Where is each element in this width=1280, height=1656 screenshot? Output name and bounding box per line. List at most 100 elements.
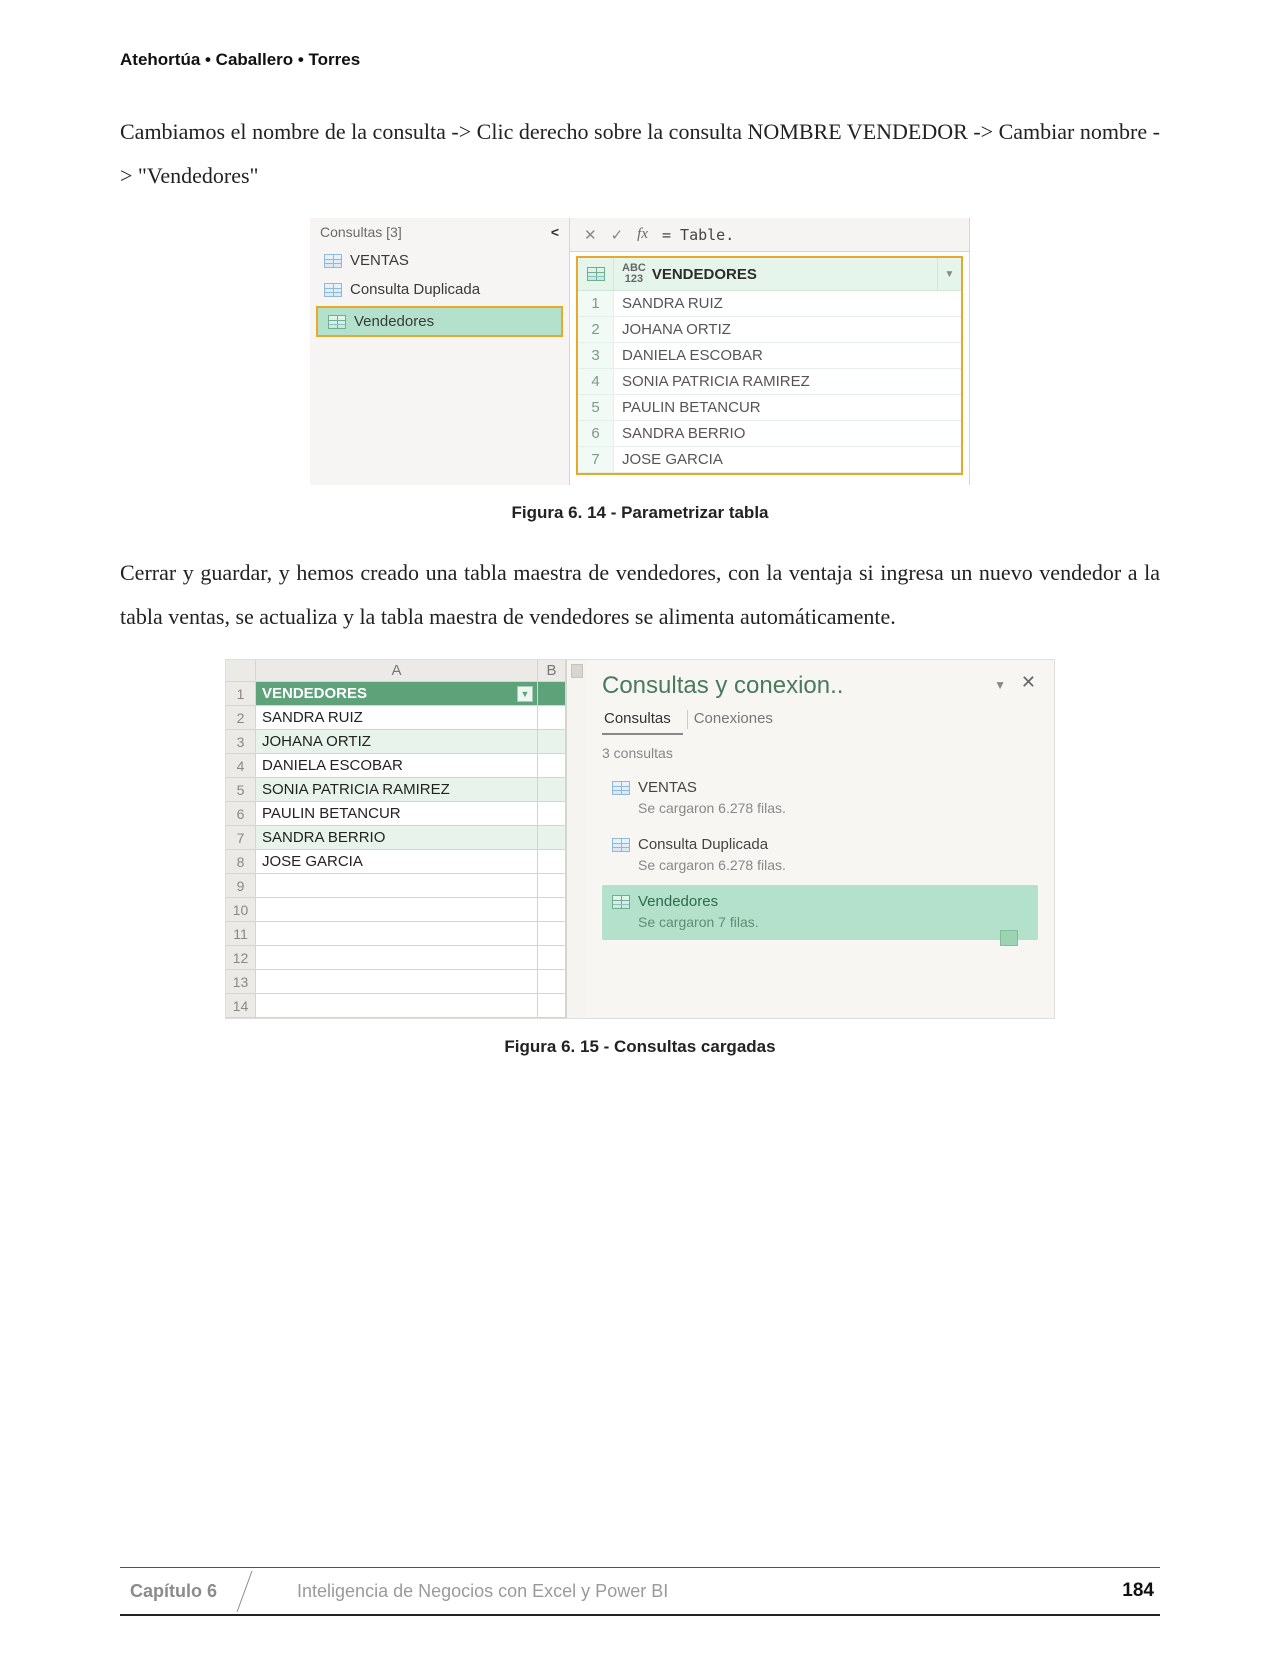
table-row[interactable]: 12 xyxy=(226,946,566,970)
col-header-a[interactable]: A xyxy=(256,660,538,681)
table-row[interactable]: 4DANIELA ESCOBAR xyxy=(226,754,566,778)
formula-bar[interactable]: ✕ ✓ fx = Table. xyxy=(570,218,969,252)
query-entry[interactable]: Consulta Duplicada Se cargaron 6.278 fila… xyxy=(602,828,1038,883)
book-title: Inteligencia de Negocios con Excel y Pow… xyxy=(237,1581,1122,1602)
datatype-icon[interactable]: ABC 123 xyxy=(622,263,646,285)
filter-dropdown-icon[interactable]: ▼ xyxy=(517,686,533,702)
query-name: Consulta Duplicada xyxy=(350,281,480,298)
table-row[interactable]: 1SANDRA RUIZ xyxy=(578,291,961,317)
table-row[interactable]: 14 xyxy=(226,994,566,1018)
query-entry-status: Se cargaron 6.278 filas. xyxy=(638,800,1028,816)
table-row[interactable]: 6PAULIN BETANCUR xyxy=(226,802,566,826)
cell-empty xyxy=(538,994,566,1018)
fx-icon[interactable]: fx xyxy=(637,226,648,243)
cell-empty xyxy=(538,802,566,826)
data-header: ABC 123 VENDEDORES ▼ xyxy=(578,258,961,291)
accept-icon[interactable]: ✓ xyxy=(611,226,624,244)
column-name: VENDEDORES xyxy=(652,266,757,283)
queries-connections-pane: ✕ ▼ Consultas y conexion.. Consultas Con… xyxy=(586,660,1054,1018)
cell-empty xyxy=(538,826,566,850)
cell-value: SONIA PATRICIA RAMIREZ xyxy=(256,778,538,802)
table-row[interactable]: 6SANDRA BERRIO xyxy=(578,421,961,447)
table-row[interactable]: 3JOHANA ORTIZ xyxy=(226,730,566,754)
row-number: 10 xyxy=(226,898,256,922)
query-name: Vendedores xyxy=(354,313,434,330)
queries-title-text: Consultas [3] xyxy=(320,224,402,240)
table-icon xyxy=(612,895,630,909)
row-number: 12 xyxy=(226,946,256,970)
tab-conexiones[interactable]: Conexiones xyxy=(692,708,785,735)
table-icon xyxy=(324,283,342,297)
chapter-label: Capítulo 6 xyxy=(120,1581,237,1602)
query-entry-name: Consulta Duplicada xyxy=(638,836,768,853)
query-name: VENTAS xyxy=(350,252,409,269)
paragraph-2: Cerrar y guardar, y hemos creado una tab… xyxy=(120,551,1160,639)
pane-title: Consultas y conexion.. xyxy=(602,672,1038,700)
table-row[interactable]: 2JOHANA ORTIZ xyxy=(578,317,961,343)
cell-value: SANDRA BERRIO xyxy=(614,421,961,447)
column-filter-dropdown[interactable]: ▼ xyxy=(937,258,961,291)
row-number: 7 xyxy=(226,826,256,850)
table-icon xyxy=(324,254,342,268)
collapse-chevron-icon[interactable]: < xyxy=(551,224,559,240)
query-entry-status: Se cargaron 6.278 filas. xyxy=(638,857,1028,873)
table-icon xyxy=(328,315,346,329)
table-row[interactable]: 4SONIA PATRICIA RAMIREZ xyxy=(578,369,961,395)
table-row[interactable]: 5SONIA PATRICIA RAMIREZ xyxy=(226,778,566,802)
column-header[interactable]: ABC 123 VENDEDORES xyxy=(614,258,937,291)
row-number: 3 xyxy=(578,343,614,369)
page: Atehortúa • Caballero • Torres Cambiamos… xyxy=(0,0,1280,1656)
table-row[interactable]: 8JOSE GARCIA xyxy=(226,850,566,874)
table-row[interactable]: 7SANDRA BERRIO xyxy=(226,826,566,850)
table-row[interactable]: 7JOSE GARCIA xyxy=(578,447,961,473)
figure-2-caption: Figura 6. 15 - Consultas cargadas xyxy=(120,1037,1160,1057)
row-number: 1 xyxy=(578,291,614,317)
query-item[interactable]: Consulta Duplicada xyxy=(310,275,569,304)
cell-empty xyxy=(538,946,566,970)
cell-value: JOSE GARCIA xyxy=(256,850,538,874)
table-row[interactable]: 3DANIELA ESCOBAR xyxy=(578,343,961,369)
table-row[interactable]: 11 xyxy=(226,922,566,946)
table-header-row[interactable]: 1VENDEDORES▼ xyxy=(226,682,566,706)
cancel-icon[interactable]: ✕ xyxy=(584,226,597,244)
row-number: 5 xyxy=(226,778,256,802)
pane-dropdown-icon[interactable]: ▼ xyxy=(994,678,1006,692)
page-number: 184 xyxy=(1122,1580,1160,1602)
cell-value xyxy=(256,946,538,970)
row-number: 7 xyxy=(578,447,614,473)
row-number: 13 xyxy=(226,970,256,994)
query-item[interactable]: VENTAS xyxy=(310,246,569,275)
query-item[interactable]: Vendedores xyxy=(316,306,563,337)
cell-empty xyxy=(538,754,566,778)
query-entry[interactable]: VendedoresSe cargaron 7 filas. xyxy=(602,885,1038,940)
table-icon xyxy=(612,838,630,852)
figure-excel-queries: A B 1VENDEDORES▼2SANDRA RUIZ3JOHANA ORTI… xyxy=(225,659,1055,1019)
row-number: 3 xyxy=(226,730,256,754)
table-row[interactable]: 5PAULIN BETANCUR xyxy=(578,395,961,421)
cell-value: JOHANA ORTIZ xyxy=(256,730,538,754)
table-row[interactable]: 2SANDRA RUIZ xyxy=(226,706,566,730)
query-entry-name: Vendedores xyxy=(638,893,718,910)
table-row[interactable]: 10 xyxy=(226,898,566,922)
cell-empty xyxy=(538,850,566,874)
figure-power-query: Consultas [3] < VENTAS Consulta Duplicada… xyxy=(310,218,970,485)
scrollbar-thumb[interactable] xyxy=(571,664,583,678)
cell-value xyxy=(256,874,538,898)
table-row[interactable]: 9 xyxy=(226,874,566,898)
cell-value: SANDRA RUIZ xyxy=(614,291,961,317)
cell-value xyxy=(256,898,538,922)
tab-consultas[interactable]: Consultas xyxy=(602,708,683,735)
row-number: 11 xyxy=(226,922,256,946)
table-row[interactable]: 13 xyxy=(226,970,566,994)
cell-value: PAULIN BETANCUR xyxy=(614,395,961,421)
cell-value xyxy=(256,922,538,946)
col-header-b[interactable]: B xyxy=(538,660,566,681)
vertical-scrollbar[interactable] xyxy=(566,660,586,1018)
select-all-corner[interactable] xyxy=(578,258,614,291)
close-icon[interactable]: ✕ xyxy=(1021,672,1036,693)
queries-pane-title[interactable]: Consultas [3] < xyxy=(310,218,569,246)
query-entry[interactable]: VENTASSe cargaron 6.278 filas. xyxy=(602,771,1038,826)
cell-value: JOHANA ORTIZ xyxy=(614,317,961,343)
row-number: 6 xyxy=(578,421,614,447)
select-all-triangle[interactable] xyxy=(226,660,256,681)
